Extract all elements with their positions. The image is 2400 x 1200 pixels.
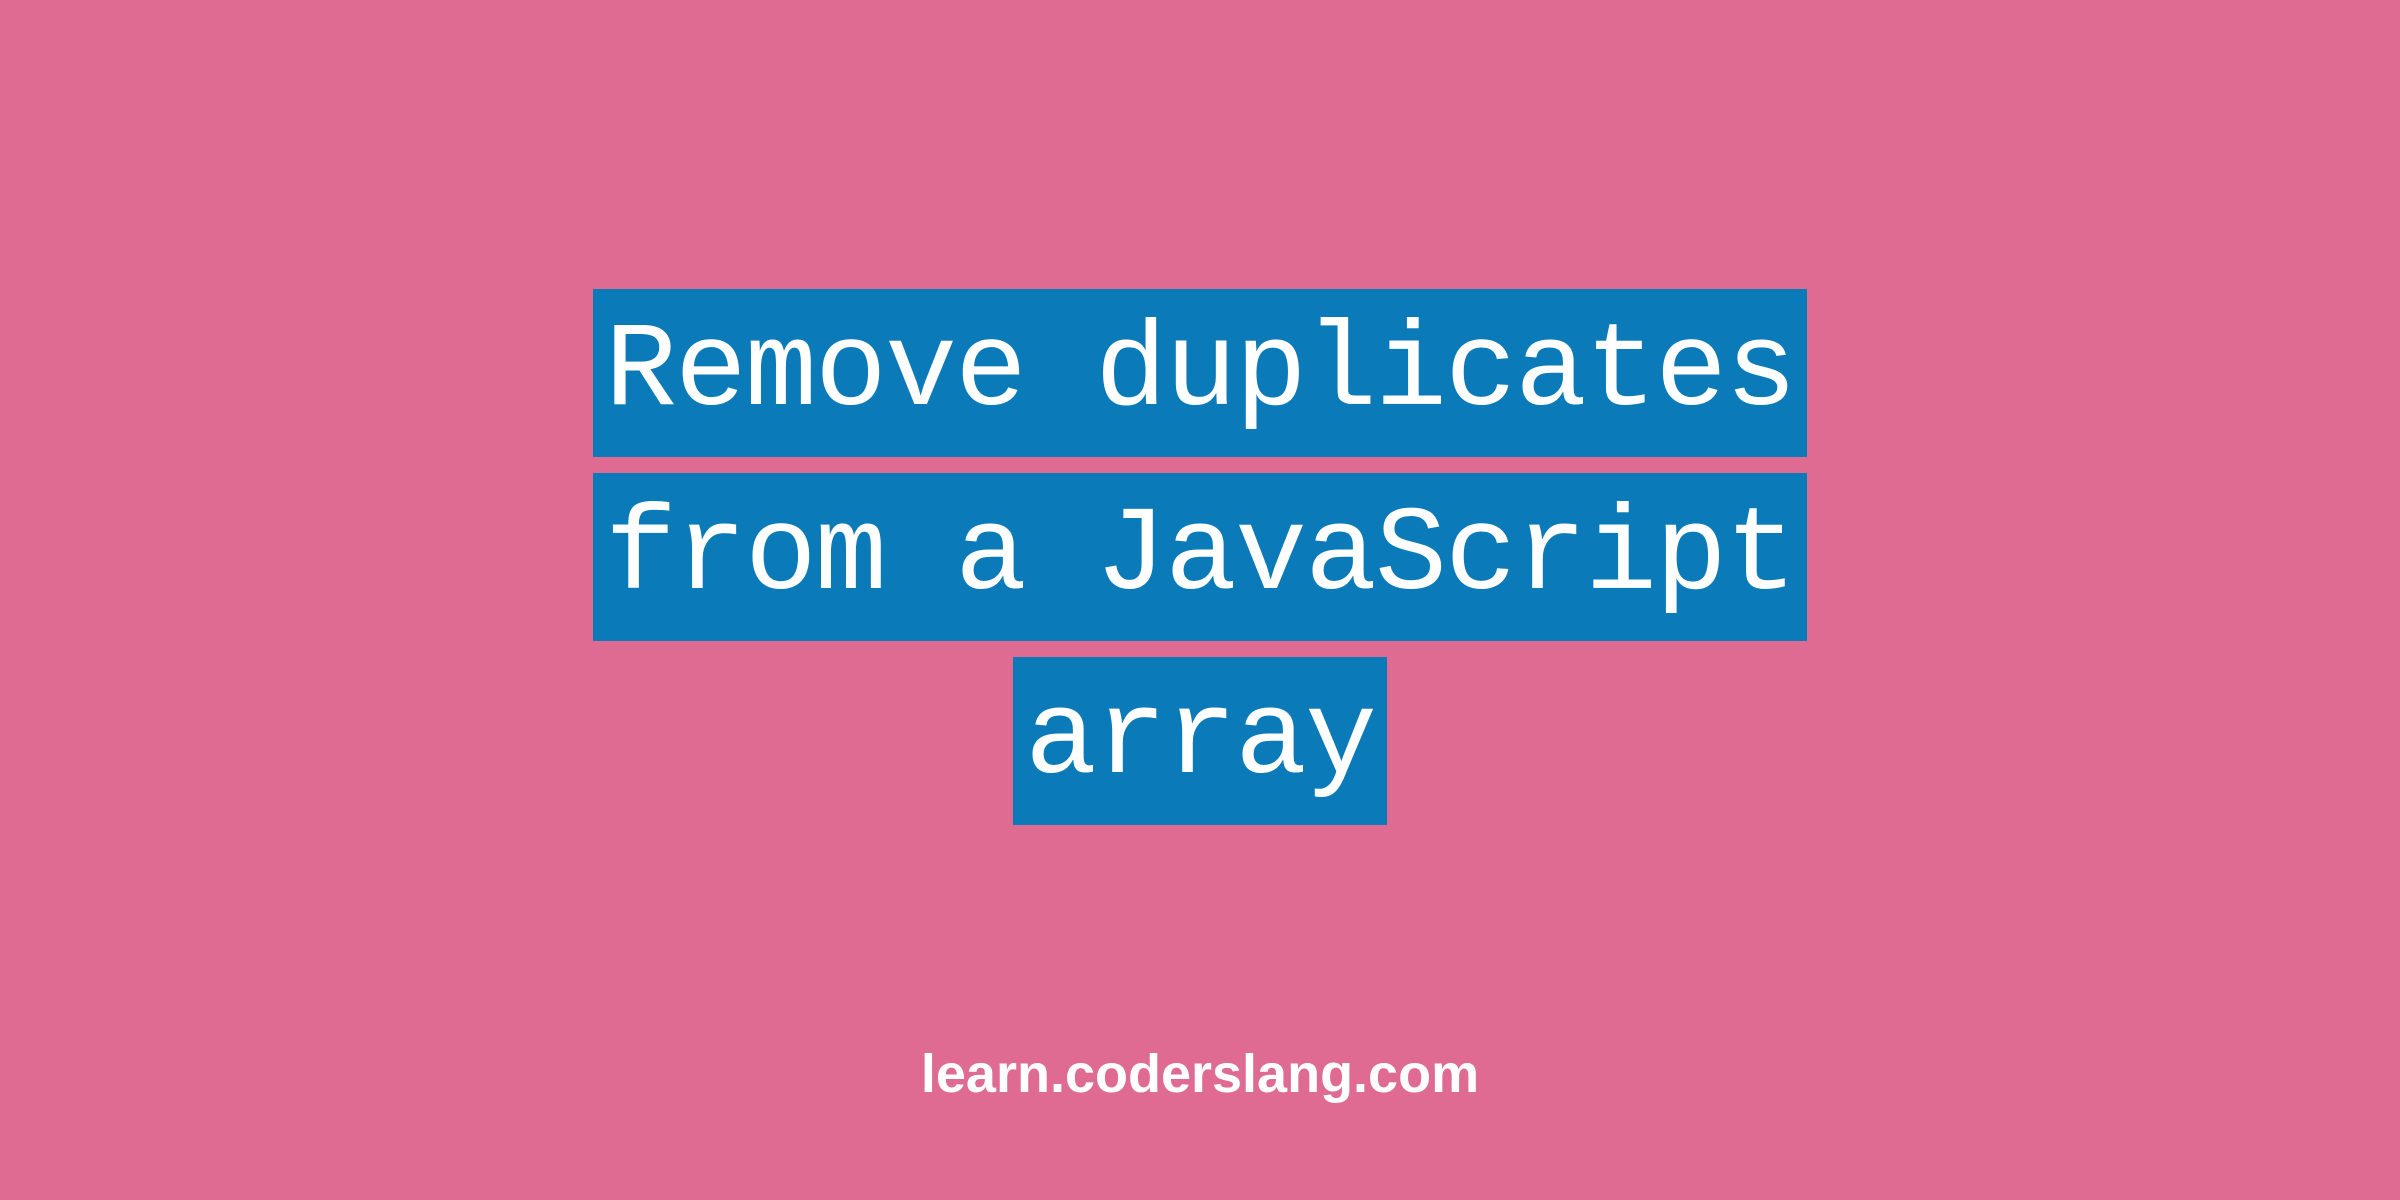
title-line-1: Remove duplicates [593, 289, 1807, 457]
title-line-2: from a JavaScript [593, 473, 1807, 641]
title-line-3: array [1013, 657, 1387, 825]
footer-url: learn.coderslang.com [921, 1043, 1479, 1105]
title-block: Remove duplicates from a JavaScript arra… [593, 289, 1807, 841]
